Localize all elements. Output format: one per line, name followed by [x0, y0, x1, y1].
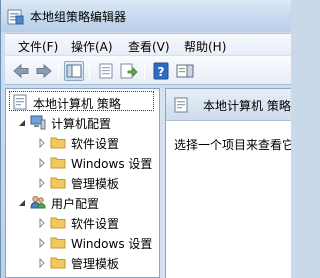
back-arrow-icon[interactable] — [11, 61, 31, 81]
collapsed-arrow-icon[interactable] — [38, 237, 46, 249]
tree-item-computer-software-settings[interactable]: 软件设置 — [12, 132, 157, 152]
collapsed-arrow-icon[interactable] — [38, 257, 46, 269]
tree-item-label: 软件设置 — [71, 217, 120, 231]
export-list-icon[interactable] — [119, 61, 139, 81]
tree-item-label: 软件设置 — [71, 137, 120, 151]
tree-item-computer-config[interactable]: 计算机配置 — [12, 112, 157, 132]
menu-view[interactable]: 查看(V) — [128, 38, 170, 55]
tree-item-label: 本地计算机 策略 — [33, 97, 121, 111]
collapsed-arrow-icon[interactable] — [38, 177, 46, 189]
policy-document-icon — [12, 94, 28, 110]
collapsed-arrow-icon[interactable] — [38, 157, 46, 169]
folder-icon — [50, 174, 66, 190]
folder-icon — [50, 234, 66, 250]
tree-item-user-config[interactable]: 用户配置 — [12, 192, 157, 212]
menu-bar: 文件(F) 操作(A) 查看(V) 帮助(H) — [5, 33, 291, 55]
details-pane: 本地计算机 策略 选择一个项目来查看它的描述。 — [165, 88, 291, 278]
tree-item-label: 用户配置 — [51, 197, 100, 211]
details-header: 本地计算机 策略 — [166, 89, 291, 121]
menu-help[interactable]: 帮助(H) — [184, 38, 226, 55]
tree-item-label: 计算机配置 — [51, 117, 112, 131]
expanded-arrow-icon[interactable] — [18, 117, 26, 127]
collapsed-arrow-icon[interactable] — [38, 217, 46, 229]
help-icon[interactable]: ? — [151, 61, 171, 81]
folder-icon — [50, 214, 66, 230]
title-bar[interactable]: 本地组策略编辑器 — [1, 0, 291, 32]
policy-document-icon — [173, 97, 189, 113]
show-hide-action-pane-icon[interactable] — [175, 61, 195, 81]
toolbar-separator — [89, 62, 90, 80]
policy-editor-icon — [7, 8, 24, 25]
tree-item-computer-admin-templates[interactable]: 管理模板 — [12, 172, 157, 192]
toolbar-separator — [58, 62, 59, 80]
tree-item-local-computer-policy[interactable]: 本地计算机 策略 — [12, 92, 157, 112]
window-title: 本地组策略编辑器 — [30, 10, 127, 24]
forward-arrow-icon[interactable] — [34, 61, 54, 81]
folder-icon — [50, 254, 66, 270]
details-header-title: 本地计算机 策略 — [203, 99, 291, 113]
gpedit-window: 本地组策略编辑器 文件(F) 操作(A) 查看(V) 帮助(H) ? 本地计算机… — [0, 0, 291, 278]
menu-file[interactable]: 文件(F) — [18, 38, 58, 55]
tree-item-user-admin-templates[interactable]: 管理模板 — [12, 252, 157, 272]
console-tree: 本地计算机 策略 计算机配置 软件设置 Windows 设置 管理模板 用户配置… — [5, 88, 160, 278]
toolbar-separator — [144, 62, 145, 80]
collapsed-arrow-icon[interactable] — [38, 137, 46, 149]
toolbar: ? — [5, 55, 291, 85]
folder-icon — [50, 154, 66, 170]
properties-icon[interactable] — [96, 61, 116, 81]
expanded-arrow-icon[interactable] — [18, 197, 26, 207]
details-description: 选择一个项目来查看它的描述。 — [174, 138, 291, 152]
computer-icon — [30, 114, 46, 130]
tree-item-label: 管理模板 — [71, 177, 120, 191]
users-icon — [30, 194, 46, 210]
tree-item-user-windows-settings[interactable]: Windows 设置 — [12, 232, 157, 252]
svg-text:?: ? — [158, 65, 165, 79]
tree-item-label: 管理模板 — [71, 257, 120, 271]
show-hide-tree-icon[interactable] — [64, 61, 84, 81]
tree-item-label: Windows 设置 — [71, 157, 153, 171]
folder-icon — [50, 134, 66, 150]
tree-item-computer-windows-settings[interactable]: Windows 设置 — [12, 152, 157, 172]
tree-item-label: Windows 设置 — [71, 237, 153, 251]
tree-item-user-software-settings[interactable]: 软件设置 — [12, 212, 157, 232]
menu-action[interactable]: 操作(A) — [71, 38, 113, 55]
